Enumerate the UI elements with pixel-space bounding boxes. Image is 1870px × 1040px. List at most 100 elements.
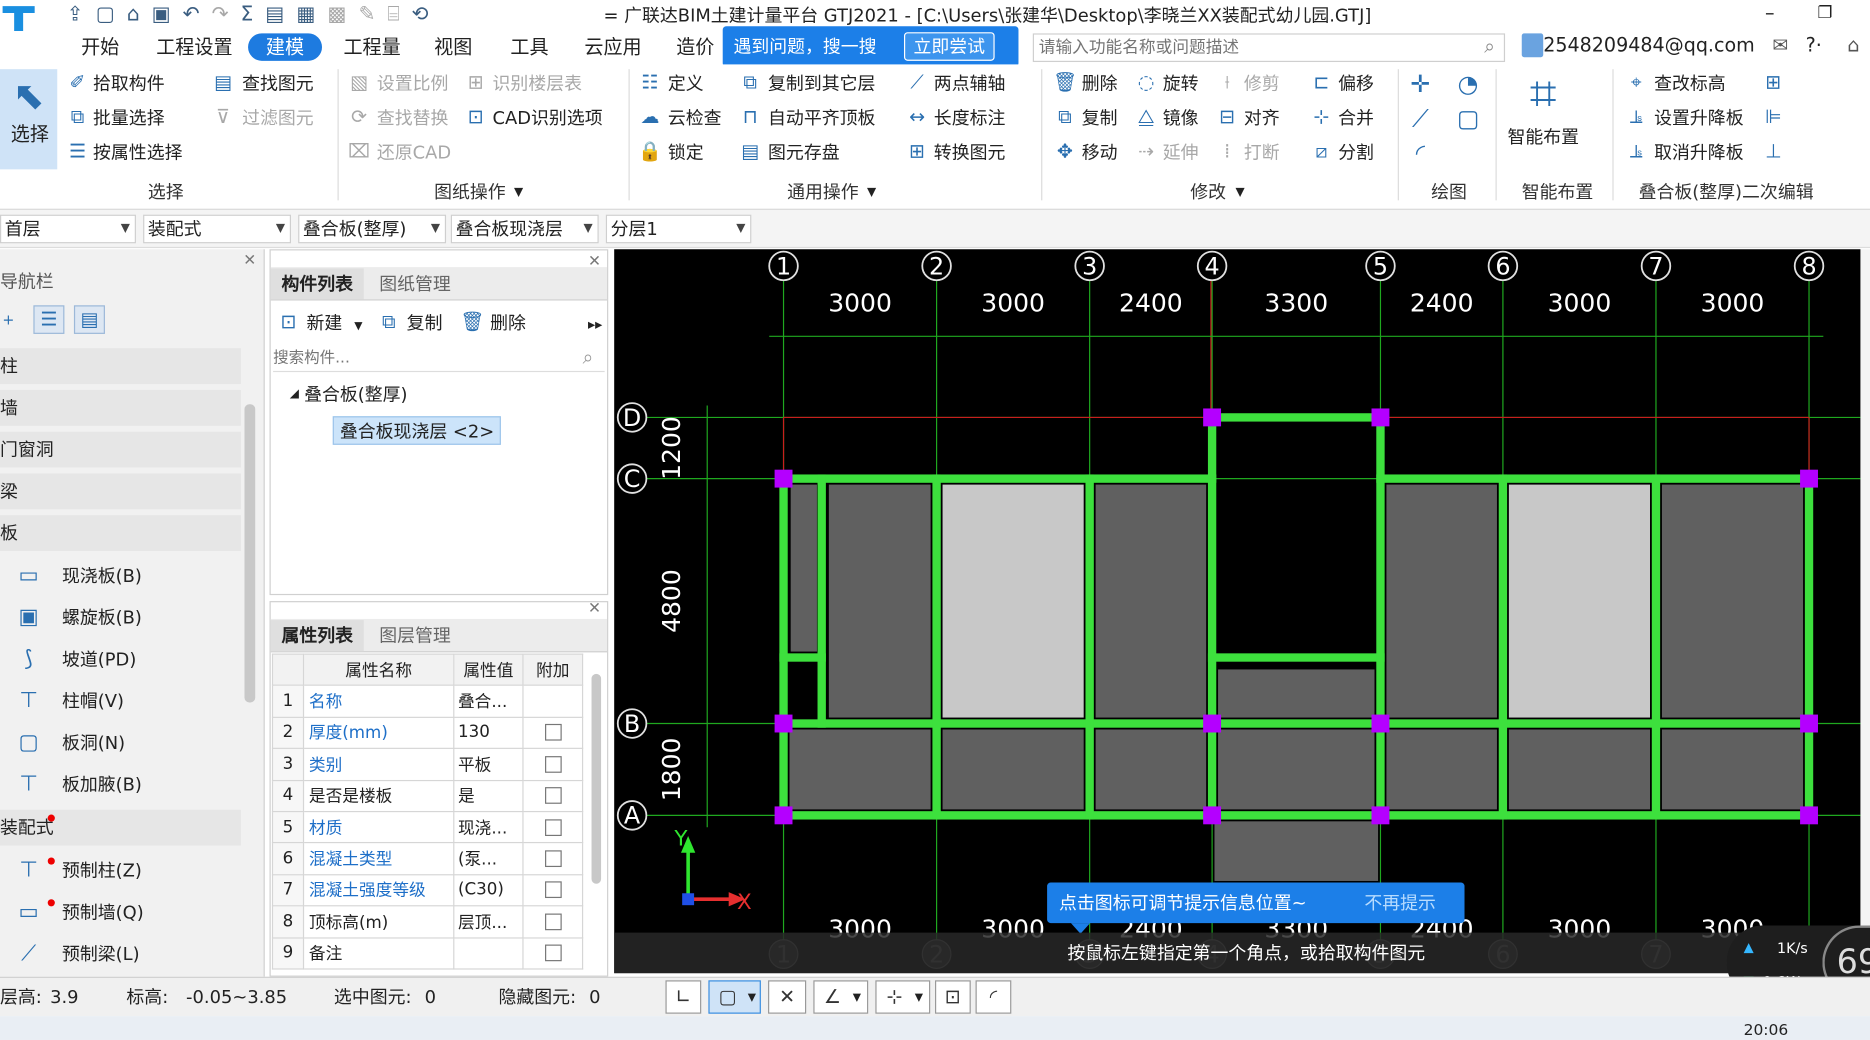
table-icon[interactable]: ▦ xyxy=(296,2,315,28)
nav-item-slab-hole[interactable]: ▢ 板洞(N) xyxy=(0,723,241,764)
cloud-check-button[interactable]: 云检查 xyxy=(668,107,722,128)
tree-root-item[interactable]: 叠合板(整厚) xyxy=(304,384,407,405)
offset-button[interactable]: 偏移 xyxy=(1338,73,1374,94)
two-point-axis-button[interactable]: 两点辅轴 xyxy=(934,73,1006,94)
minimize-button[interactable]: – xyxy=(1765,2,1775,23)
menu-project-settings[interactable]: 工程设置 xyxy=(156,36,232,60)
extra-checkbox[interactable] xyxy=(544,755,562,773)
table-row[interactable]: 2 厚度(mm) 130 xyxy=(271,716,584,750)
nav-item-cast-slab[interactable]: ▭ 现浇板(B) xyxy=(0,556,241,597)
extend-button[interactable]: 延伸 xyxy=(1163,142,1199,163)
search-icon[interactable]: ⌕ xyxy=(1479,36,1500,57)
move-button[interactable]: 移动 xyxy=(1082,142,1118,163)
nav-item-slab-haunch[interactable]: ⊤ 板加腋(B) xyxy=(0,764,241,805)
split-button[interactable]: 分割 xyxy=(1338,142,1374,163)
property-value[interactable]: 平板 xyxy=(453,747,524,781)
table-row[interactable]: 9 备注 xyxy=(271,936,584,970)
extra-checkbox[interactable] xyxy=(544,818,562,836)
tab-component-list[interactable]: 构件列表 xyxy=(270,268,364,300)
new-component-button[interactable]: 新建 xyxy=(306,312,342,333)
edit-tool-icon[interactable]: ⊫ xyxy=(1760,106,1786,127)
tab-properties[interactable]: 属性列表 xyxy=(270,620,364,652)
nav-category-beam[interactable]: 梁 xyxy=(0,473,241,510)
merge-button[interactable]: 合并 xyxy=(1338,107,1374,128)
nav-item-prefab-wall[interactable]: ▭ 预制墙(Q) xyxy=(0,892,241,933)
convert-element-button[interactable]: 转换图元 xyxy=(934,142,1006,163)
type-select[interactable]: 装配式 ▼ xyxy=(143,214,291,244)
menu-view[interactable]: 视图 xyxy=(434,36,472,60)
tab-layer-management[interactable]: 图层管理 xyxy=(369,620,462,651)
ruler-icon[interactable]: ⌸ xyxy=(387,2,399,28)
common-group-expand[interactable]: ▼ xyxy=(867,182,876,203)
grid-icon[interactable]: ▩ xyxy=(327,2,346,28)
close-icon[interactable]: ✕ xyxy=(588,599,601,620)
property-value[interactable]: 叠合... xyxy=(453,685,524,718)
property-value[interactable]: (泵... xyxy=(453,842,524,876)
list-view-icon[interactable]: ☰ xyxy=(33,305,65,334)
length-dimension-button[interactable]: 长度标注 xyxy=(934,107,1006,128)
rotate-button[interactable]: 旋转 xyxy=(1163,73,1199,94)
delete-component-button[interactable]: 删除 xyxy=(490,312,526,333)
detail-view-icon[interactable]: ▤ xyxy=(73,305,105,334)
set-scale-button[interactable]: 设置比例 xyxy=(377,73,449,94)
snap-box-button[interactable]: ▢ ▼ xyxy=(708,980,761,1014)
table-row[interactable]: 7 混凝土强度等级 (C30) xyxy=(271,873,584,907)
nav-item-spiral-slab[interactable]: ▣ 螺旋板(B) xyxy=(0,597,241,638)
undo-icon[interactable]: ↶ xyxy=(183,2,200,28)
extra-checkbox[interactable] xyxy=(544,724,562,742)
new-file-icon[interactable]: ▢ xyxy=(96,2,115,28)
modify-group-expand[interactable]: ▼ xyxy=(1236,182,1245,203)
table-row[interactable]: 3 类别 平板 xyxy=(271,747,584,781)
point-draw-icon[interactable]: ✛ xyxy=(1407,72,1433,96)
find-element-button[interactable]: 查找图元 xyxy=(242,73,314,94)
nav-item-prefab-column[interactable]: ⊤ 预制柱(Z) xyxy=(0,850,241,891)
avatar[interactable] xyxy=(1521,33,1544,58)
edit-tool-icon[interactable]: ⊞ xyxy=(1760,72,1786,93)
restore-button[interactable]: ❐ xyxy=(1818,2,1833,23)
floor-plan[interactable]: 1122334455667788300030003000300024002400… xyxy=(614,249,1861,973)
display-button[interactable]: ⊡ xyxy=(934,980,971,1014)
extra-checkbox[interactable] xyxy=(544,787,562,805)
property-value[interactable]: 层顶... xyxy=(453,905,524,939)
define-button[interactable]: 定义 xyxy=(668,73,704,94)
chevron-down-icon[interactable]: ▼ xyxy=(354,316,362,337)
nav-item-prefab-beam[interactable]: ⟋ 预制梁(L) xyxy=(0,934,241,975)
open-folder-icon[interactable]: ⌂ xyxy=(127,2,140,28)
sync-icon[interactable]: ⟲ xyxy=(412,2,429,28)
close-icon[interactable]: ✕ xyxy=(243,250,256,271)
smart-layout-button[interactable]: 智能布置 xyxy=(1507,126,1579,147)
menu-modeling[interactable]: 建模 xyxy=(248,33,323,61)
redo-icon[interactable]: ↷ xyxy=(212,2,229,28)
drawing-group-expand[interactable]: ▼ xyxy=(514,182,523,203)
find-replace-button[interactable]: 查找替换 xyxy=(377,107,449,128)
identify-floor-table-button[interactable]: 识别楼层表 xyxy=(493,73,582,94)
check-elevation-button[interactable]: 查改标高 xyxy=(1654,73,1726,94)
tab-drawing-management[interactable]: 图纸管理 xyxy=(369,268,462,299)
drawing-canvas[interactable]: 1122334455667788300030003000300024002400… xyxy=(614,249,1861,974)
dimension-snap-button[interactable]: ⊹ ▼ xyxy=(875,980,931,1014)
extra-checkbox[interactable] xyxy=(544,944,562,962)
sum-icon[interactable]: Σ xyxy=(241,2,254,28)
tree-expand-icon[interactable]: ◢ xyxy=(290,384,299,405)
batch-select-button[interactable]: 批量选择 xyxy=(93,107,165,128)
mirror-button[interactable]: 镜像 xyxy=(1163,107,1199,128)
copy-button[interactable]: 复制 xyxy=(1082,107,1118,128)
layer-select[interactable]: 叠合板现浇层 ▼ xyxy=(450,214,599,244)
cross-snap-button[interactable]: ✕ xyxy=(768,980,807,1014)
smart-layout-icon[interactable]: ⌗ xyxy=(1517,69,1569,119)
property-value[interactable] xyxy=(453,936,524,970)
nav-category-prefab[interactable]: 装配式 xyxy=(0,809,241,846)
cancel-raise-lower-button[interactable]: 取消升降板 xyxy=(1654,142,1743,163)
set-raise-lower-button[interactable]: 设置升降板 xyxy=(1654,107,1743,128)
edit-tool-icon[interactable]: ⊥ xyxy=(1760,141,1786,162)
element-save-button[interactable]: 图元存盘 xyxy=(768,142,840,163)
chat-icon[interactable]: ✉ xyxy=(1767,33,1793,57)
search-icon[interactable]: ⌕ xyxy=(578,348,597,367)
copy-to-layer-button[interactable]: 复制到其它层 xyxy=(768,73,875,94)
arc-draw-icon[interactable]: ◜ xyxy=(1407,141,1433,165)
arc-snap-button[interactable]: ◜ xyxy=(975,980,1012,1014)
property-value[interactable]: (C30) xyxy=(453,873,524,907)
delete-button[interactable]: 删除 xyxy=(1082,73,1118,94)
nav-item-column-cap[interactable]: ⊤ 柱帽(V) xyxy=(0,681,241,722)
auto-align-top-button[interactable]: 自动平齐顶板 xyxy=(768,107,875,128)
